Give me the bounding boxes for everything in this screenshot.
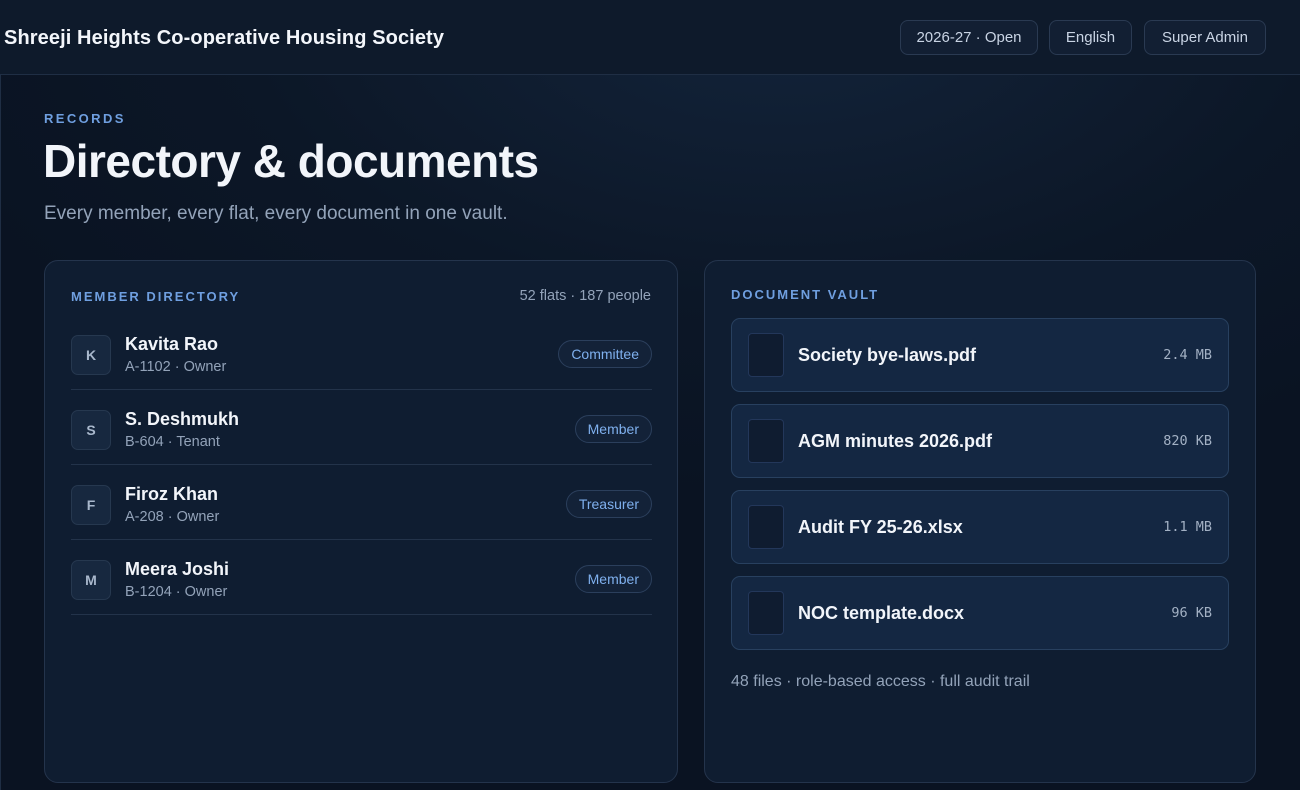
member-row[interactable]: S S. Deshmukh B-604 · Tenant Member bbox=[71, 390, 652, 465]
member-flat: B-604 · Tenant bbox=[125, 434, 220, 450]
member-row[interactable]: M Meera Joshi B-1204 · Owner Member bbox=[71, 540, 652, 615]
member-flat: B-1204 · Owner bbox=[125, 584, 228, 600]
financial-year-button[interactable]: 2026-27 · Open bbox=[900, 20, 1038, 55]
member-list: K Kavita Rao A-1102 · Owner Committee S … bbox=[71, 315, 652, 615]
page-title: Directory & documents bbox=[43, 135, 539, 187]
document-size: 96 KB bbox=[1171, 605, 1212, 621]
member-role-badge: Committee bbox=[558, 340, 652, 368]
document-name: AGM minutes 2026.pdf bbox=[798, 431, 993, 451]
document-size: 820 KB bbox=[1163, 433, 1212, 449]
file-icon bbox=[748, 419, 784, 463]
vault-footer-note: 48 files · role-based access · full audi… bbox=[731, 673, 1030, 690]
society-name: Shreeji Heights Co-operative Housing Soc… bbox=[4, 27, 445, 49]
member-count: 52 flats · 187 people bbox=[519, 288, 651, 304]
section-eyebrow: RECORDS bbox=[44, 111, 126, 126]
document-row[interactable]: Audit FY 25-26.xlsx 1.1 MB bbox=[731, 490, 1229, 564]
member-role-badge: Member bbox=[574, 415, 652, 443]
avatar: S bbox=[71, 410, 111, 450]
document-name: Society bye-laws.pdf bbox=[798, 345, 977, 365]
language-selector[interactable]: English bbox=[1049, 20, 1132, 55]
member-flat: A-208 · Owner bbox=[125, 509, 220, 525]
file-icon bbox=[748, 333, 784, 377]
avatar: F bbox=[71, 485, 111, 525]
member-row[interactable]: K Kavita Rao A-1102 · Owner Committee bbox=[71, 315, 652, 390]
member-role-badge: Member bbox=[574, 565, 652, 593]
document-row[interactable]: Society bye-laws.pdf 2.4 MB bbox=[731, 318, 1229, 392]
member-name: Firoz Khan bbox=[125, 484, 218, 504]
document-name: Audit FY 25-26.xlsx bbox=[798, 517, 963, 537]
document-vault-card: DOCUMENT VAULT Society bye-laws.pdf 2.4 … bbox=[704, 260, 1256, 783]
document-row[interactable]: NOC template.docx 96 KB bbox=[731, 576, 1229, 650]
file-icon bbox=[748, 591, 784, 635]
top-bar: Shreeji Heights Co-operative Housing Soc… bbox=[0, 0, 1300, 75]
member-directory-card: MEMBER DIRECTORY 52 flats · 187 people K… bbox=[44, 260, 678, 783]
member-name: Meera Joshi bbox=[125, 559, 230, 579]
document-list: Society bye-laws.pdf 2.4 MB AGM minutes … bbox=[731, 318, 1229, 662]
document-size: 1.1 MB bbox=[1163, 519, 1212, 535]
document-vault-heading: DOCUMENT VAULT bbox=[731, 287, 880, 302]
avatar: K bbox=[71, 335, 111, 375]
user-role-button[interactable]: Super Admin bbox=[1144, 20, 1266, 55]
member-directory-heading: MEMBER DIRECTORY bbox=[71, 289, 241, 304]
document-size: 2.4 MB bbox=[1163, 347, 1212, 363]
file-icon bbox=[748, 505, 784, 549]
member-name: S. Deshmukh bbox=[125, 409, 240, 429]
member-name: Kavita Rao bbox=[125, 334, 219, 354]
document-name: NOC template.docx bbox=[798, 603, 965, 623]
member-row[interactable]: F Firoz Khan A-208 · Owner Treasurer bbox=[71, 465, 652, 540]
member-role-badge: Treasurer bbox=[565, 490, 652, 518]
document-row[interactable]: AGM minutes 2026.pdf 820 KB bbox=[731, 404, 1229, 478]
member-flat: A-1102 · Owner bbox=[125, 359, 227, 375]
page-subtitle: Every member, every flat, every document… bbox=[44, 203, 508, 224]
avatar: M bbox=[71, 560, 111, 600]
